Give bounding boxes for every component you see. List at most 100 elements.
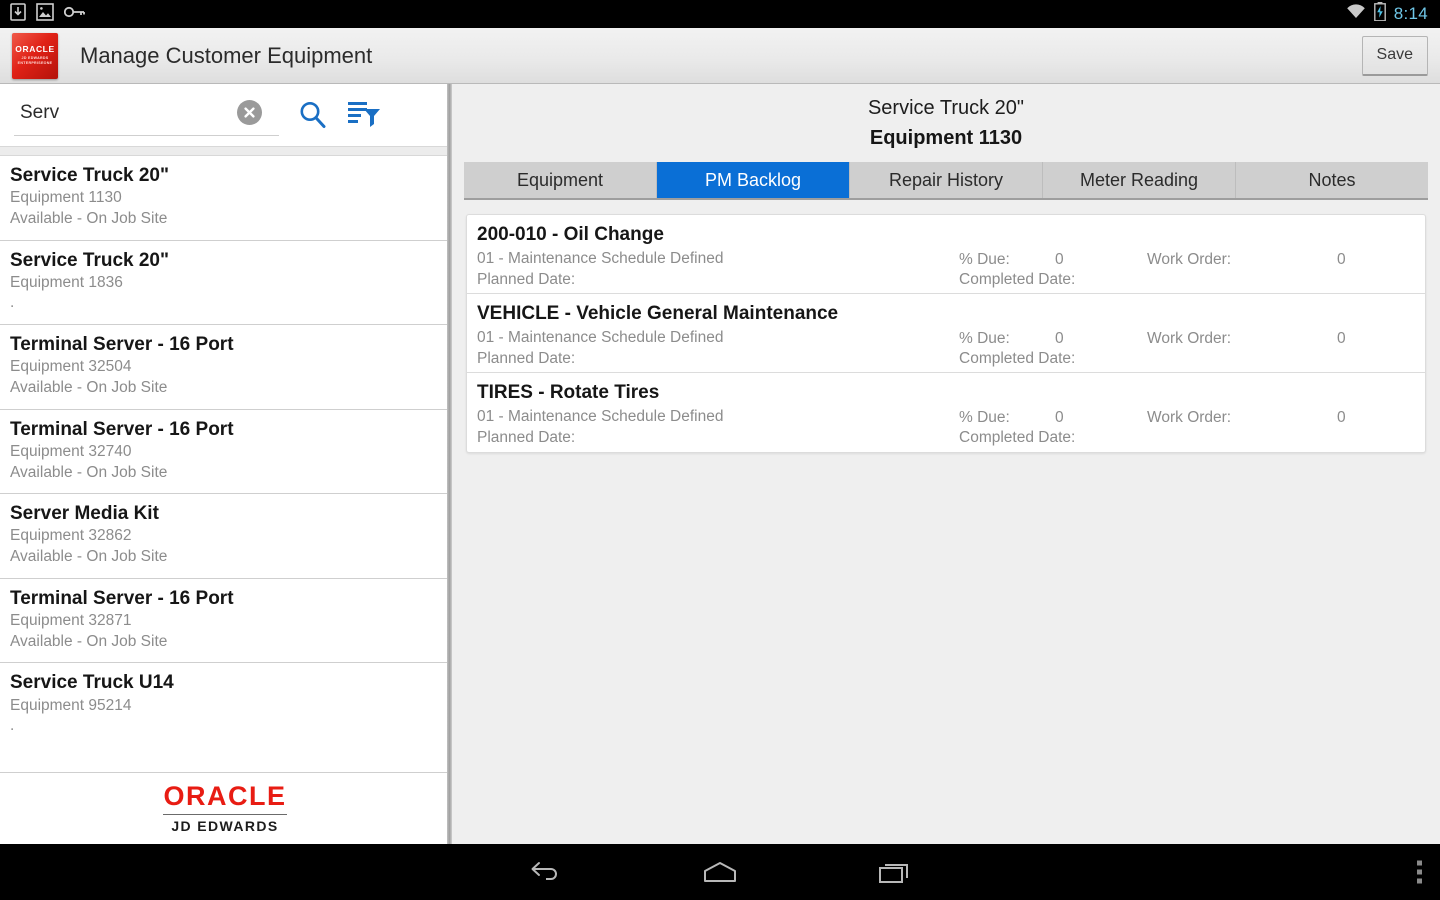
- list-item-equipment: Equipment 32862: [10, 527, 132, 545]
- overflow-dot: [1417, 878, 1422, 884]
- list-item-title: Service Truck 20": [10, 165, 170, 186]
- list-item-equipment: Equipment 32871: [10, 611, 132, 629]
- oracle-jde-logo: ORACLE JD EDWARDS ENTERPRISEONE: [12, 32, 58, 79]
- list-item-title: Service Truck 20": [10, 249, 170, 271]
- pm-row-title: 200-010 - Oil Change: [477, 224, 664, 245]
- pm-row-completed-date: Completed Date:: [959, 271, 1076, 288]
- search-field-wrapper: [14, 94, 279, 136]
- download-icon: [10, 2, 26, 26]
- list-item-status: Available - On Job Site: [10, 378, 168, 396]
- list-item-title: Terminal Server - 16 Port: [10, 587, 234, 609]
- list-item-status: .: [10, 717, 15, 735]
- jd-edwards-wordmark: JD EDWARDS: [171, 818, 279, 834]
- detail-subtitle: Equipment 1130: [869, 126, 1023, 149]
- pm-row-due-value: 0: [1055, 409, 1064, 426]
- app-title-bar: ORACLE JD EDWARDS ENTERPRISEONE Manage C…: [0, 28, 1440, 84]
- list-item-title: Terminal Server - 16 Port: [10, 418, 234, 440]
- list-item-status: Available - On Job Site: [10, 463, 168, 481]
- pm-row-wo-value: 0: [1337, 251, 1346, 268]
- list-item-status: Available - On Job Site: [10, 209, 168, 227]
- pm-backlog-row[interactable]: TIRES - Rotate Tires 01 - Maintenance Sc…: [467, 373, 1425, 452]
- pm-row-title: VEHICLE - Vehicle General Maintenance: [477, 303, 839, 324]
- oracle-jd-edwards-footer-logo: ORACLE JD EDWARDS: [0, 772, 450, 844]
- list-item-title: Terminal Server - 16 Port: [10, 334, 234, 356]
- android-screen: 8:14 ORACLE JD EDWARDS ENTERPRISEONE Man…: [0, 0, 1440, 900]
- recents-icon[interactable]: [878, 859, 912, 885]
- pm-backlog-row[interactable]: VEHICLE - Vehicle General Maintenance 01…: [467, 294, 1425, 373]
- list-item-equipment: Equipment 32504: [10, 358, 132, 376]
- list-separator: [0, 146, 450, 156]
- pm-backlog-card: 200-010 - Oil Change 01 - Maintenance Sc…: [466, 214, 1426, 453]
- list-item[interactable]: Server Media Kit Equipment 32862 Availab…: [0, 494, 450, 579]
- search-icon[interactable]: [297, 99, 329, 131]
- pm-row-wo-label: Work Order:: [1147, 251, 1232, 268]
- list-item[interactable]: Service Truck 20" Equipment 1836 .: [0, 240, 450, 326]
- pm-row-schedule: 01 - Maintenance Schedule Defined: [477, 407, 724, 425]
- clear-circle-icon[interactable]: [237, 100, 262, 125]
- list-item-equipment: Equipment 95214: [10, 696, 132, 714]
- pm-row-schedule: 01 - Maintenance Schedule Defined: [477, 249, 724, 267]
- pm-row-due-value: 0: [1055, 330, 1064, 347]
- overflow-menu-icon[interactable]: [1417, 860, 1422, 884]
- status-bar-system: 8:14: [1346, 2, 1440, 26]
- pm-row-due-value: 0: [1055, 251, 1064, 268]
- filter-list-icon[interactable]: [347, 100, 381, 130]
- overflow-dot: [1417, 860, 1422, 866]
- tab-notes[interactable]: Notes: [1236, 162, 1428, 198]
- search-toolbar: [0, 84, 450, 146]
- list-item-status: Available - On Job Site: [10, 632, 168, 650]
- tab-pm-backlog[interactable]: PM Backlog: [657, 162, 850, 198]
- list-item[interactable]: Terminal Server - 16 Port Equipment 3287…: [0, 578, 450, 664]
- detail-pane: Service Truck 20" Equipment 1130 Equipme…: [452, 84, 1440, 844]
- list-item-status: Available - On Job Site: [10, 548, 168, 566]
- pm-row-title: TIRES - Rotate Tires: [477, 382, 660, 403]
- pm-backlog-row[interactable]: 200-010 - Oil Change 01 - Maintenance Sc…: [467, 215, 1425, 294]
- detail-title: Service Truck 20": [867, 96, 1025, 119]
- pm-row-planned-date: Planned Date:: [477, 271, 576, 289]
- pm-row-completed-date: Completed Date:: [959, 429, 1076, 446]
- android-status-bar: 8:14: [0, 0, 1440, 28]
- list-item[interactable]: Terminal Server - 16 Port Equipment 3250…: [0, 325, 450, 410]
- pm-row-completed-date: Completed Date:: [959, 350, 1076, 367]
- pm-row-wo-value: 0: [1337, 409, 1346, 426]
- tab-repair-history[interactable]: Repair History: [850, 162, 1043, 198]
- detail-tabs: Equipment PM Backlog Repair History Mete…: [464, 162, 1428, 200]
- pm-row-due-label: % Due:: [959, 409, 1010, 426]
- pm-row-wo-value: 0: [1337, 330, 1346, 347]
- oracle-wordmark: ORACLE: [163, 781, 287, 811]
- back-icon[interactable]: [528, 859, 562, 885]
- tab-meter-reading[interactable]: Meter Reading: [1043, 162, 1236, 198]
- list-item-equipment: Equipment 1836: [10, 273, 123, 291]
- list-item[interactable]: Service Truck 20" Equipment 1130 Availab…: [0, 156, 450, 241]
- list-item[interactable]: Terminal Server - 16 Port Equipment 3274…: [0, 409, 450, 495]
- page-title: Manage Customer Equipment: [80, 42, 373, 68]
- list-item-equipment: Equipment 32740: [10, 442, 132, 460]
- pm-row-wo-label: Work Order:: [1147, 409, 1232, 426]
- status-bar-clock: 8:14: [1393, 4, 1428, 23]
- list-item[interactable]: Service Truck U14 Equipment 95214 .: [0, 663, 450, 746]
- image-icon: [36, 2, 54, 26]
- pm-row-planned-date: Planned Date:: [477, 429, 576, 447]
- status-bar-notifications: [0, 2, 86, 26]
- equipment-list-pane: Service Truck 20" Equipment 1130 Availab…: [0, 84, 451, 844]
- tab-equipment[interactable]: Equipment: [464, 162, 657, 198]
- home-icon[interactable]: [702, 860, 738, 884]
- list-item-status: .: [10, 294, 15, 312]
- pm-row-due-label: % Due:: [959, 251, 1010, 268]
- overflow-dot: [1417, 869, 1422, 875]
- list-item-equipment: Equipment 1130: [10, 189, 122, 207]
- pm-row-planned-date: Planned Date:: [477, 350, 576, 368]
- pm-row-due-label: % Due:: [959, 330, 1010, 347]
- detail-header: Service Truck 20" Equipment 1130: [452, 84, 1440, 162]
- save-button[interactable]: Save: [1361, 35, 1428, 76]
- list-item-title: Server Media Kit: [10, 503, 159, 525]
- pm-row-wo-label: Work Order:: [1147, 330, 1232, 347]
- key-icon: [63, 5, 86, 24]
- pm-row-schedule: 01 - Maintenance Schedule Defined: [477, 328, 724, 346]
- wifi-icon: [1346, 4, 1366, 24]
- list-item-title: Service Truck U14: [10, 672, 174, 694]
- logo-divider: [163, 814, 287, 815]
- equipment-list[interactable]: Service Truck 20" Equipment 1130 Availab…: [0, 156, 450, 746]
- android-nav-bar: [0, 844, 1440, 900]
- battery-charging-icon: [1373, 2, 1386, 26]
